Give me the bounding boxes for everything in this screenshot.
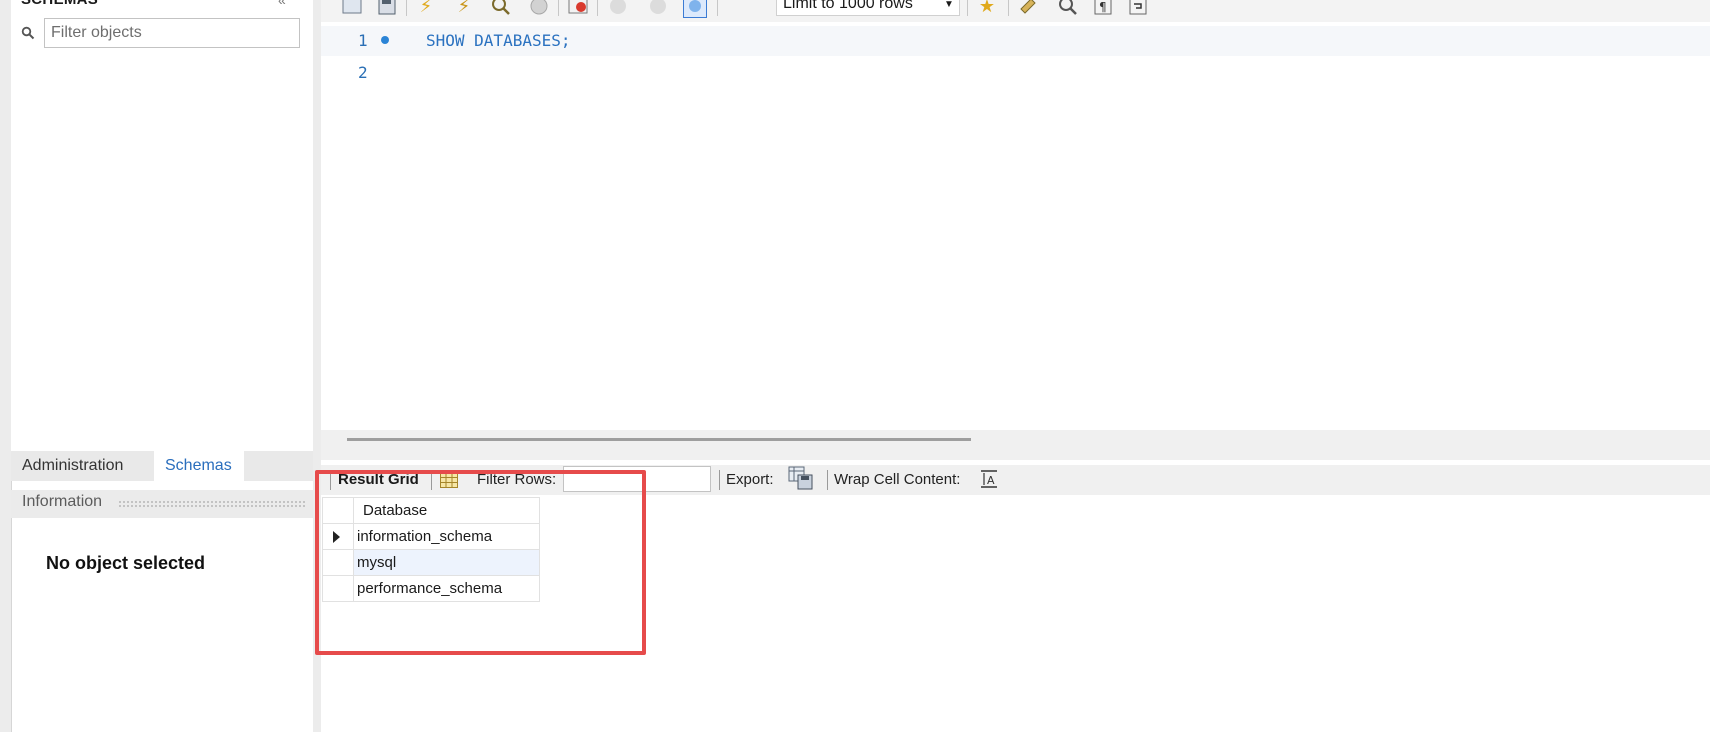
find-icon[interactable]: [1056, 0, 1080, 18]
stop-icon[interactable]: [527, 0, 551, 18]
save-icon[interactable]: [375, 0, 399, 18]
rollback-icon[interactable]: [646, 0, 670, 18]
annotation-highlight-box: [315, 470, 646, 655]
chevron-down-icon[interactable]: ▼: [944, 0, 954, 10]
line-number: 1: [358, 31, 368, 50]
sql-statement-line[interactable]: SHOW DATABASES;: [426, 31, 571, 50]
wrap-text-icon[interactable]: A: [980, 469, 998, 489]
scrollbar-thumb[interactable]: [347, 438, 971, 441]
wrap-cell-content-label: Wrap Cell Content:: [834, 471, 961, 488]
sidebar-tab-bar: Administration Schemas: [11, 451, 313, 481]
execute-lightning-icon[interactable]: ⚡: [414, 0, 438, 18]
information-panel-title: Information: [22, 493, 103, 510]
limit-rows-select[interactable]: Limit to 1000 rows: [776, 0, 960, 16]
svg-text:A: A: [987, 474, 995, 487]
search-icon: [21, 26, 35, 40]
beautify-icon[interactable]: [1016, 0, 1040, 18]
export-label: Export:: [726, 471, 774, 488]
export-icon[interactable]: [788, 466, 814, 490]
toggle-error-icon[interactable]: [566, 0, 590, 18]
tab-administration[interactable]: Administration: [11, 451, 131, 481]
sql-editor[interactable]: [321, 22, 1710, 430]
explain-icon[interactable]: [489, 0, 513, 18]
line-number: 2: [358, 63, 368, 82]
svg-text:¶: ¶: [1099, 0, 1107, 14]
schemas-panel: [11, 0, 313, 451]
add-snippet-star-icon[interactable]: ★: [975, 0, 999, 18]
panel-grip[interactable]: [118, 500, 306, 508]
invisible-chars-icon[interactable]: ¶: [1091, 0, 1115, 18]
schemas-panel-title: SCHEMAS: [21, 0, 98, 8]
tab-schemas[interactable]: Schemas: [154, 451, 244, 481]
no-object-message: No object selected: [46, 553, 206, 573]
execute-statement-icon[interactable]: ⚡: [452, 0, 476, 18]
commit-icon[interactable]: [606, 0, 630, 18]
wrap-lines-icon[interactable]: [1126, 0, 1150, 18]
statement-marker-icon: [381, 36, 389, 44]
autocommit-icon[interactable]: [683, 0, 707, 18]
open-file-icon[interactable]: [340, 0, 364, 18]
query-toolbar: ⚡ ⚡ Limit to 1000 rows ▼ ★ ¶: [321, 0, 1710, 22]
filter-objects-input[interactable]: [44, 18, 300, 48]
editor-horizontal-scrollbar[interactable]: [321, 430, 1710, 460]
panel-options-icon[interactable]: «: [278, 0, 286, 8]
